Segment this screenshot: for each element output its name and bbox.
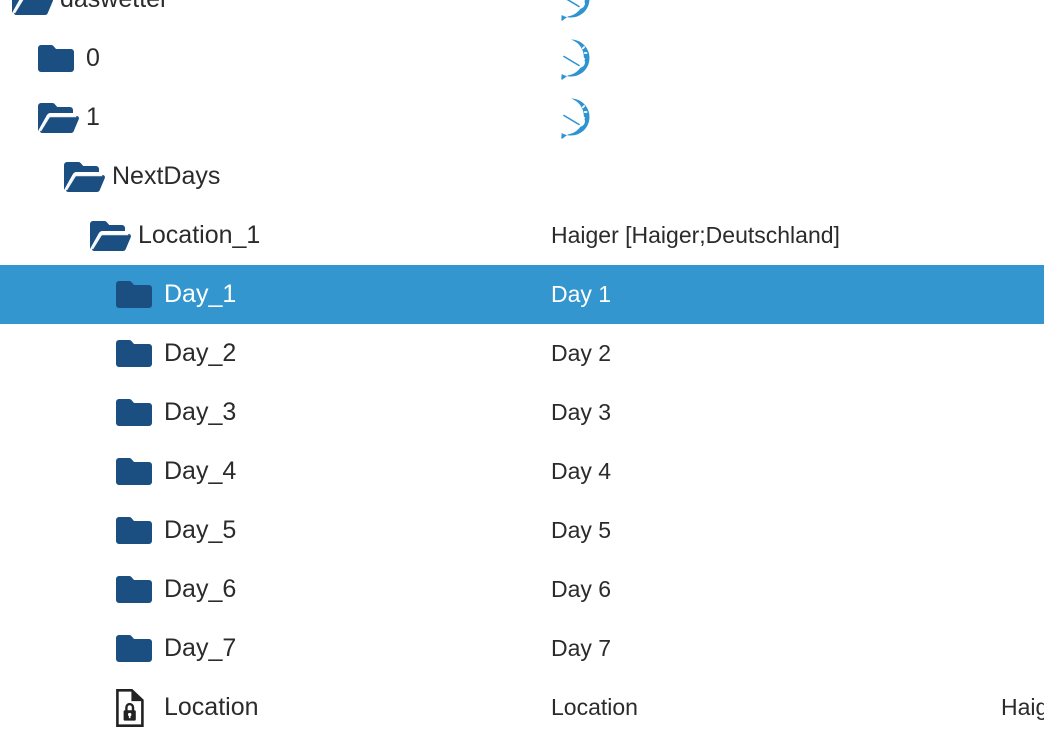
folder-open-icon-glyph — [38, 102, 79, 133]
folder-closed-icon-glyph — [116, 280, 152, 308]
tree-row-name-cell: NextDays — [0, 155, 551, 199]
tree-row-name: daswetter — [54, 0, 168, 12]
tree-row-name: Location — [164, 693, 259, 721]
tree-row-name: Day_1 — [164, 280, 237, 308]
tree-row-name-cell: Location — [0, 686, 551, 730]
tree-row-name: 0 — [86, 44, 100, 72]
folder-open-icon — [88, 214, 132, 258]
file-tree[interactable]: daswetter 0 1 NextDays Location_1 Haiger [Hai… — [0, 0, 1044, 727]
tree-row-value-cell: Day 3 — [551, 401, 1001, 424]
tree-row-name: Day_4 — [164, 457, 237, 485]
tree-row-value-cell — [551, 97, 1001, 139]
folder-closed-icon-glyph — [116, 634, 152, 662]
tree-row-name: Day_6 — [164, 575, 237, 603]
tree-row-value: Location — [551, 694, 638, 720]
tree-row[interactable]: Day_1 Day 1 — [0, 265, 1044, 324]
weather-cloud-sun-icon — [551, 38, 593, 80]
tree-row-name-cell: Location_1 — [0, 214, 551, 258]
tree-row-value-cell — [551, 38, 1001, 80]
folder-closed-icon — [114, 391, 158, 435]
tree-row[interactable]: Day_5 Day 5 — [0, 501, 1044, 560]
folder-closed-icon-glyph — [116, 339, 152, 367]
tree-row-name-cell: Day_7 — [0, 627, 551, 671]
tree-row-name: Day_2 — [164, 339, 237, 367]
tree-row-value-cell: Day 2 — [551, 342, 1001, 365]
folder-closed-icon-glyph — [116, 516, 152, 544]
weather-cloud-sun-icon-glyph — [559, 39, 590, 80]
tree-row-value-cell: Location — [551, 696, 1001, 719]
folder-closed-icon — [114, 450, 158, 494]
tree-row[interactable]: Day_6 Day 6 — [0, 560, 1044, 619]
weather-cloud-sun-icon-glyph — [559, 98, 590, 139]
tree-row-value-cell — [551, 0, 1001, 21]
tree-row-name: Day_3 — [164, 398, 237, 426]
tree-row-value-cell: Day 4 — [551, 460, 1001, 483]
tree-row-name-cell: Day_3 — [0, 391, 551, 435]
tree-row-value: Day 4 — [551, 458, 612, 484]
folder-open-icon — [10, 0, 54, 22]
tree-row[interactable]: Day_3 Day 3 — [0, 383, 1044, 442]
tree-row-name-cell: 1 — [0, 96, 551, 140]
tree-row-name-cell: Day_6 — [0, 568, 551, 612]
tree-row-value-cell: Day 1 — [551, 283, 1001, 306]
tree-row[interactable]: daswetter — [0, 0, 1044, 29]
tree-row-value: Day 7 — [551, 635, 612, 661]
tree-row[interactable]: Location Location Haiger — [0, 678, 1044, 737]
folder-open-icon — [62, 155, 106, 199]
tree-row-name: 1 — [86, 103, 100, 131]
tree-row-value: Day 2 — [551, 340, 612, 366]
tree-row-extra-cell: Haiger — [1001, 696, 1044, 719]
folder-closed-icon-glyph — [116, 575, 152, 603]
weather-cloud-sun-icon-glyph — [559, 0, 590, 21]
folder-closed-icon-glyph — [38, 44, 74, 72]
tree-row[interactable]: 0 — [0, 29, 1044, 88]
tree-row[interactable]: 1 — [0, 88, 1044, 147]
folder-closed-icon — [114, 332, 158, 376]
document-lock-icon — [114, 686, 158, 730]
folder-closed-icon — [114, 273, 158, 317]
document-lock-icon-glyph — [116, 688, 144, 727]
tree-row-value: Haiger [Haiger;Deutschland] — [551, 222, 840, 248]
tree-row-extra: Haiger — [1001, 694, 1044, 720]
tree-row[interactable]: Day_4 Day 4 — [0, 442, 1044, 501]
tree-row-name-cell: daswetter — [0, 0, 551, 22]
folder-closed-icon — [114, 509, 158, 553]
folder-open-icon — [36, 96, 80, 140]
folder-closed-icon — [36, 37, 80, 81]
tree-row-name-cell: Day_1 — [0, 273, 551, 317]
tree-row-value: Day 5 — [551, 517, 612, 543]
tree-row-value-cell: Day 7 — [551, 637, 1001, 660]
folder-open-icon-glyph — [12, 0, 53, 15]
folder-open-icon-glyph — [90, 220, 131, 251]
weather-cloud-sun-icon — [551, 0, 593, 21]
weather-cloud-sun-icon — [551, 97, 593, 139]
tree-row-name-cell: Day_2 — [0, 332, 551, 376]
tree-row-name: NextDays — [112, 162, 221, 190]
folder-closed-icon-glyph — [116, 457, 152, 485]
tree-row-value-cell: Day 6 — [551, 578, 1001, 601]
tree-row[interactable]: Location_1 Haiger [Haiger;Deutschland] — [0, 206, 1044, 265]
tree-row-value: Day 3 — [551, 399, 612, 425]
tree-row-name: Day_5 — [164, 516, 237, 544]
tree-row-name: Day_7 — [164, 634, 237, 662]
folder-open-icon-glyph — [64, 161, 105, 192]
tree-row-name: Location_1 — [138, 221, 261, 249]
tree-row[interactable]: Day_2 Day 2 — [0, 324, 1044, 383]
tree-row-name-cell: Day_4 — [0, 450, 551, 494]
folder-closed-icon-glyph — [116, 398, 152, 426]
tree-row-value: Day 6 — [551, 576, 612, 602]
tree-row[interactable]: Day_7 Day 7 — [0, 619, 1044, 678]
tree-row-name-cell: Day_5 — [0, 509, 551, 553]
tree-row-value-cell: Haiger [Haiger;Deutschland] — [551, 224, 1001, 247]
folder-closed-icon — [114, 568, 158, 612]
tree-row-name-cell: 0 — [0, 37, 551, 81]
tree-row-value-cell: Day 5 — [551, 519, 1001, 542]
tree-row-value: Day 1 — [551, 281, 612, 307]
tree-row[interactable]: NextDays — [0, 147, 1044, 206]
folder-closed-icon — [114, 627, 158, 671]
